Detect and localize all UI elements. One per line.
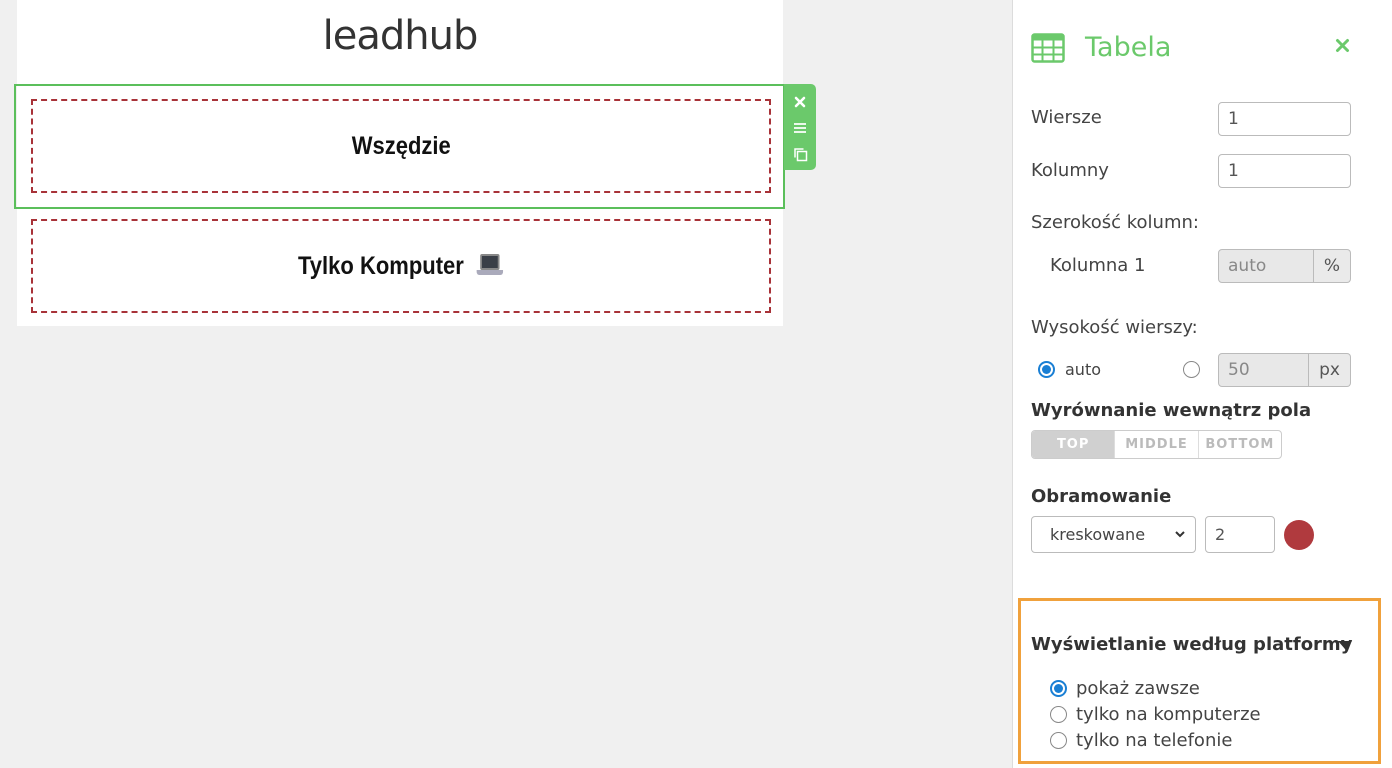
copy-icon bbox=[793, 147, 807, 161]
platform-computer-label: tylko na komputerze bbox=[1076, 704, 1261, 725]
panel-title: Tabela bbox=[1085, 32, 1172, 63]
platform-computer-radio[interactable] bbox=[1050, 706, 1067, 723]
platform-always-label: pokaż zawsze bbox=[1076, 678, 1200, 699]
menu-icon bbox=[794, 123, 806, 133]
row-height-unit: px bbox=[1309, 353, 1351, 387]
laptop-icon bbox=[477, 252, 504, 278]
platform-phone-label: tylko na telefonie bbox=[1076, 730, 1233, 751]
row-height-auto-label: auto bbox=[1065, 360, 1102, 379]
editor-canvas: leadhub Wszędzie Tylko Komputer bbox=[17, 0, 783, 326]
panel-header: Tabela bbox=[1031, 32, 1171, 63]
table-block-computer-only[interactable]: Tylko Komputer bbox=[31, 219, 771, 313]
platform-phone-radio[interactable] bbox=[1050, 732, 1067, 749]
column-1-label: Kolumna 1 bbox=[1050, 255, 1146, 276]
row-height-auto-radio[interactable] bbox=[1038, 361, 1055, 378]
column-width-label: Szerokość kolumn: bbox=[1031, 212, 1199, 233]
drag-block-button[interactable] bbox=[790, 118, 810, 138]
border-color-picker[interactable] bbox=[1284, 520, 1314, 550]
close-icon bbox=[794, 96, 806, 108]
row-height-input[interactable]: 50 bbox=[1218, 353, 1309, 387]
border-width-input[interactable]: 2 bbox=[1205, 516, 1275, 553]
border-style-select[interactable]: kreskowane bbox=[1031, 516, 1196, 553]
rows-label: Wiersze bbox=[1031, 107, 1102, 128]
columns-input[interactable]: 1 bbox=[1218, 154, 1351, 188]
block-label: Tylko Komputer bbox=[298, 251, 465, 280]
border-style-value: kreskowane bbox=[1050, 525, 1146, 544]
table-block-everywhere[interactable]: Wszędzie bbox=[31, 99, 771, 193]
logo-text: leadhub bbox=[322, 13, 479, 59]
table-icon bbox=[1031, 32, 1065, 63]
block-label: Wszędzie bbox=[351, 131, 451, 160]
column-1-width-input[interactable]: auto bbox=[1218, 249, 1314, 283]
rows-input[interactable]: 1 bbox=[1218, 102, 1351, 136]
block-toolbar bbox=[784, 84, 816, 170]
platform-display-label: Wyświetlanie według platformy bbox=[1031, 634, 1353, 655]
caret-down-icon[interactable] bbox=[1338, 641, 1352, 649]
close-icon bbox=[1336, 39, 1349, 52]
alignment-segmented-control: TOP MIDDLE BOTTOM bbox=[1031, 430, 1282, 459]
align-middle-button[interactable]: MIDDLE bbox=[1115, 431, 1199, 458]
chevron-down-icon bbox=[1175, 531, 1185, 538]
align-top-button[interactable]: TOP bbox=[1032, 431, 1116, 458]
row-height-label: Wysokość wierszy: bbox=[1031, 317, 1198, 338]
platform-always-radio[interactable] bbox=[1050, 680, 1067, 697]
columns-label: Kolumny bbox=[1031, 160, 1109, 181]
border-label: Obramowanie bbox=[1031, 486, 1172, 507]
logo: leadhub bbox=[17, 0, 783, 84]
row-height-custom-radio[interactable] bbox=[1183, 361, 1200, 378]
delete-block-button[interactable] bbox=[790, 92, 810, 112]
settings-panel: Tabela Wiersze 1 Kolumny 1 Szerokość kol… bbox=[1012, 0, 1392, 768]
alignment-label: Wyrównanie wewnątrz pola bbox=[1031, 400, 1312, 421]
close-panel-button[interactable] bbox=[1335, 36, 1350, 59]
align-bottom-button[interactable]: BOTTOM bbox=[1199, 431, 1281, 458]
column-1-unit: % bbox=[1314, 249, 1351, 283]
block-label-wrap: Tylko Komputer bbox=[298, 251, 504, 281]
duplicate-block-button[interactable] bbox=[790, 144, 810, 164]
